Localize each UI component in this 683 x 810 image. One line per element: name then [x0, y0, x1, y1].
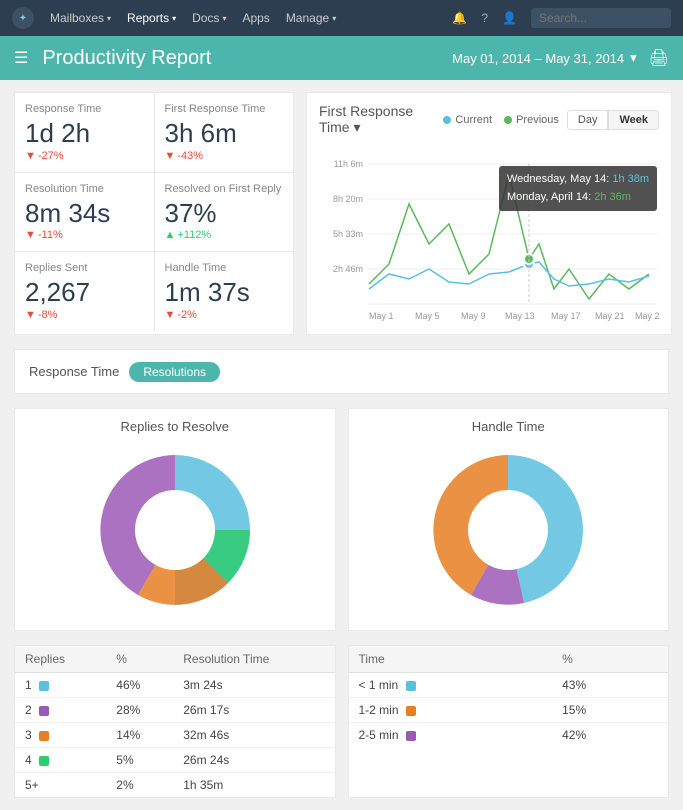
- date-range[interactable]: May 01, 2014 – May 31, 2014 ▾: [452, 50, 637, 66]
- chart-panel: First Response Time ▾ Current Previous D…: [306, 92, 672, 335]
- user-icon[interactable]: 👤: [502, 11, 517, 25]
- tab-response-time[interactable]: Response Time: [29, 360, 119, 383]
- donut-chart-replies: [75, 440, 275, 620]
- line-chart: 11h 6m 8h 20m 5h 33m 2h 46m May 1 May 5 …: [319, 144, 659, 324]
- legend-current: Current: [443, 114, 492, 126]
- nav-apps[interactable]: Apps: [242, 11, 269, 25]
- metric-resolution-time: Resolution Time 8m 34s ▼-11%: [15, 173, 155, 252]
- top-nav: ✦ Mailboxes ▾ Reports ▾ Docs ▾ Apps Mana…: [0, 0, 683, 36]
- table-row: 1-2 min 15%: [349, 698, 669, 723]
- svg-text:8h 20m: 8h 20m: [333, 194, 363, 204]
- col-replies: Replies: [15, 646, 106, 673]
- metrics-row-1: Response Time 1d 2h ▼-27% First Response…: [15, 93, 293, 173]
- svg-text:5h 33m: 5h 33m: [333, 229, 363, 239]
- svg-text:May 5: May 5: [415, 311, 440, 321]
- time-table-section: Time % < 1 min 43% 1-2 min 15% 2-5 min 4…: [348, 645, 670, 798]
- col-time-pct: %: [552, 646, 668, 673]
- metric-first-response-time: First Response Time 3h 6m ▼-43%: [155, 93, 294, 172]
- col-time: Time: [349, 646, 553, 673]
- table-row: 2 28% 26m 17s: [15, 698, 335, 723]
- down-arrow-icon: ▼: [25, 150, 36, 162]
- chart-legend: Current Previous: [443, 114, 558, 126]
- tabs-section: Response Time Resolutions: [14, 349, 669, 394]
- down-arrow-icon: ▼: [165, 150, 176, 162]
- metrics-row-2: Resolution Time 8m 34s ▼-11% Resolved on…: [15, 173, 293, 253]
- svg-text:11h 6m: 11h 6m: [334, 159, 363, 169]
- nav-manage[interactable]: Manage ▾: [286, 11, 336, 25]
- time-table: Time % < 1 min 43% 1-2 min 15% 2-5 min 4…: [349, 646, 669, 747]
- svg-text:2h 46m: 2h 46m: [333, 264, 363, 274]
- donut-handle-time: Handle Time: [348, 408, 670, 631]
- col-pct: %: [106, 646, 173, 673]
- metrics-panel: Response Time 1d 2h ▼-27% First Response…: [14, 92, 294, 335]
- tab-resolutions[interactable]: Resolutions: [129, 362, 220, 382]
- chart-btn-week[interactable]: Week: [608, 110, 659, 130]
- metrics-chart-row: Response Time 1d 2h ▼-27% First Response…: [14, 92, 669, 335]
- svg-text:May 1: May 1: [369, 311, 394, 321]
- previous-dot: [504, 116, 512, 124]
- speaker-icon[interactable]: 🔔: [452, 11, 467, 25]
- table-row: < 1 min 43%: [349, 673, 669, 698]
- donut-replies: Replies to Resolve: [14, 408, 336, 631]
- current-dot: [443, 116, 451, 124]
- metric-replies-sent: Replies Sent 2,267 ▼-8%: [15, 252, 155, 331]
- chart-title[interactable]: First Response Time ▾: [319, 103, 435, 136]
- col-resolution-time: Resolution Time: [173, 646, 334, 673]
- nav-mailboxes[interactable]: Mailboxes ▾: [50, 11, 111, 25]
- metrics-row-3: Replies Sent 2,267 ▼-8% Handle Time 1m 3…: [15, 252, 293, 331]
- metric-change-5: ▼-2%: [165, 309, 284, 321]
- menu-icon[interactable]: ☰: [14, 48, 28, 68]
- metric-change-1: ▼-43%: [165, 150, 284, 162]
- page-title: Productivity Report: [42, 47, 452, 70]
- chart-header: First Response Time ▾ Current Previous D…: [319, 103, 659, 136]
- table-row: 4 5% 26m 24s: [15, 748, 335, 773]
- metric-change-3: ▲+112%: [165, 229, 284, 241]
- donut-charts-row: Replies to Resolve Handle Time: [14, 408, 669, 631]
- donut-chart-handle: [408, 440, 608, 620]
- svg-text:May 17: May 17: [551, 311, 581, 321]
- table-row: 2-5 min 42%: [349, 723, 669, 748]
- table-row: 5+ 2% 1h 35m: [15, 773, 335, 798]
- table-row: 1 46% 3m 24s: [15, 673, 335, 698]
- help-icon[interactable]: ?: [481, 11, 488, 25]
- legend-previous: Previous: [504, 114, 559, 126]
- search-input[interactable]: [531, 8, 671, 28]
- replies-table-section: Replies % Resolution Time 1 46% 3m 24s 2…: [14, 645, 336, 798]
- nav-reports[interactable]: Reports ▾: [127, 11, 176, 25]
- sub-header: ☰ Productivity Report May 01, 2014 – May…: [0, 36, 683, 80]
- svg-text:May 13: May 13: [505, 311, 535, 321]
- nav-icons: 🔔 ? 👤: [452, 8, 671, 28]
- metric-change-4: ▼-8%: [25, 309, 144, 321]
- print-icon[interactable]: 🖨: [649, 48, 669, 68]
- tables-row: Replies % Resolution Time 1 46% 3m 24s 2…: [14, 645, 669, 798]
- chart-svg-wrap: 11h 6m 8h 20m 5h 33m 2h 46m May 1 May 5 …: [319, 144, 659, 324]
- chart-buttons: Day Week: [567, 110, 659, 130]
- main-content: Response Time 1d 2h ▼-27% First Response…: [0, 80, 683, 810]
- up-arrow-icon: ▲: [165, 229, 176, 241]
- logo: ✦: [12, 7, 34, 29]
- metric-handle-time: Handle Time 1m 37s ▼-2%: [155, 252, 294, 331]
- caret-icon: ▾: [353, 119, 360, 135]
- replies-table: Replies % Resolution Time 1 46% 3m 24s 2…: [15, 646, 335, 797]
- svg-text:May 21: May 21: [595, 311, 625, 321]
- table-row: 3 14% 32m 46s: [15, 723, 335, 748]
- chart-btn-day[interactable]: Day: [567, 110, 609, 130]
- svg-text:May 9: May 9: [461, 311, 486, 321]
- down-arrow-icon: ▼: [25, 309, 36, 321]
- down-arrow-icon: ▼: [25, 229, 36, 241]
- metric-change-2: ▼-11%: [25, 229, 144, 241]
- down-arrow-icon: ▼: [165, 309, 176, 321]
- svg-text:May 25: May 25: [635, 311, 659, 321]
- metric-change-0: ▼-27%: [25, 150, 144, 162]
- metric-response-time: Response Time 1d 2h ▼-27%: [15, 93, 155, 172]
- metric-resolved-first-reply: Resolved on First Reply 37% ▲+112%: [155, 173, 294, 252]
- nav-docs[interactable]: Docs ▾: [192, 11, 226, 25]
